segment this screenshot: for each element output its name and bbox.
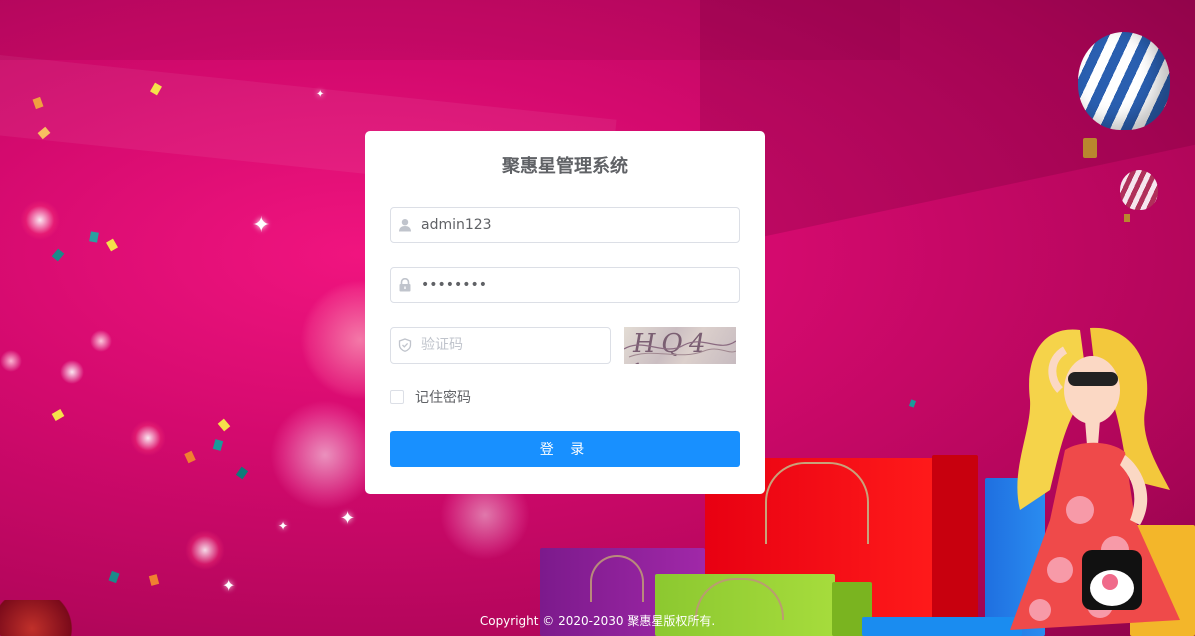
captcha-noise <box>624 340 736 358</box>
sparkle: ✦ <box>278 519 289 533</box>
balloon-basket <box>1083 138 1097 158</box>
bokeh-light <box>20 200 60 240</box>
sparkle: ✦ <box>252 213 271 238</box>
captcha-input[interactable] <box>421 328 601 362</box>
confetti <box>51 409 65 421</box>
copyright-footer: Copyright © 2020-2030 聚惠星版权所有. <box>479 614 716 628</box>
confetti <box>212 439 224 451</box>
password-input[interactable] <box>421 268 721 302</box>
confetti <box>108 570 120 584</box>
shopping-girl-illustration <box>1010 327 1180 630</box>
bokeh-light <box>60 360 84 384</box>
bokeh-light <box>270 400 380 510</box>
captcha-field[interactable] <box>390 327 611 364</box>
page-title: 聚惠星管理系统 <box>502 156 628 177</box>
remember-password[interactable]: 记住密码 <box>390 388 471 406</box>
balloon-basket <box>1124 214 1130 222</box>
lock-icon <box>399 278 411 292</box>
shield-icon <box>398 338 412 352</box>
confetti <box>106 238 118 252</box>
bokeh-light <box>90 330 112 352</box>
bag-handle <box>590 555 644 602</box>
confetti <box>235 466 249 480</box>
username-input[interactable] <box>421 208 721 242</box>
confetti <box>217 418 231 432</box>
bokeh-light <box>130 420 166 456</box>
sparkle: ✦ <box>340 508 356 529</box>
login-card: 聚惠星管理系统 HQ4 1 记住密码 登 录 <box>365 131 765 494</box>
bokeh-light <box>0 350 22 372</box>
bokeh-light <box>185 530 225 570</box>
remember-checkbox[interactable] <box>390 390 404 404</box>
user-icon <box>399 219 411 232</box>
confetti <box>908 399 917 408</box>
sparkle: ✦ <box>316 89 325 100</box>
hot-air-balloon <box>1078 32 1170 130</box>
bag-handle <box>765 462 869 544</box>
login-button[interactable]: 登 录 <box>390 431 740 467</box>
confetti <box>89 231 99 243</box>
captcha-image[interactable]: HQ4 1 <box>624 327 736 364</box>
password-field[interactable] <box>390 267 740 303</box>
hot-air-balloon <box>1120 170 1158 210</box>
sparkle: ✦ <box>222 576 236 595</box>
confetti <box>184 450 196 464</box>
confetti <box>51 248 65 262</box>
username-field[interactable] <box>390 207 740 243</box>
confetti <box>148 574 160 586</box>
remember-label: 记住密码 <box>415 390 471 406</box>
